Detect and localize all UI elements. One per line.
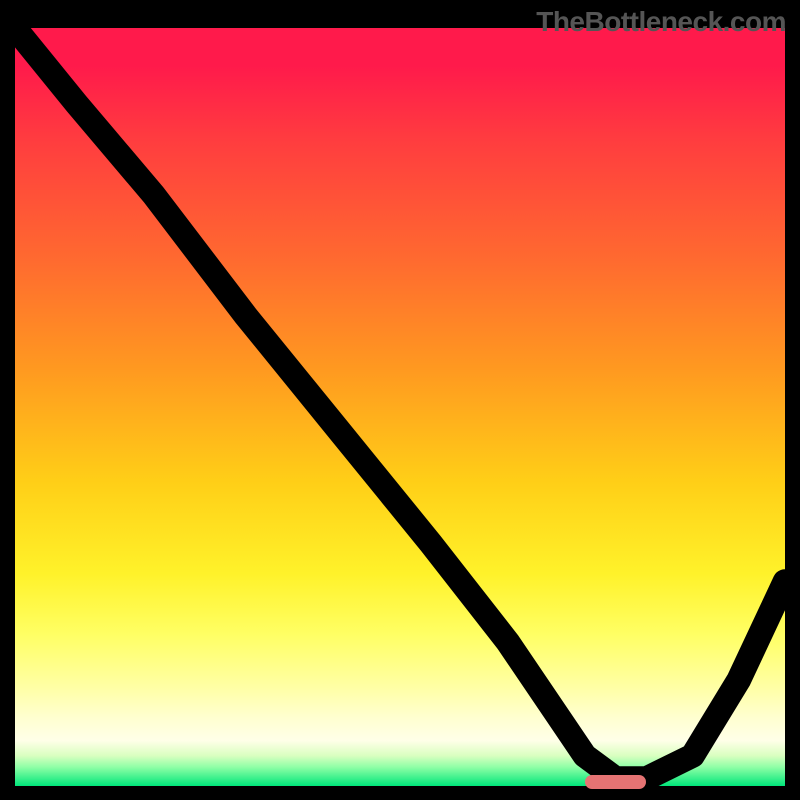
watermark-text: TheBottleneck.com: [536, 6, 786, 38]
plot-area: [15, 28, 785, 786]
curve-svg: [15, 28, 785, 786]
optimal-range-marker: [585, 775, 647, 789]
chart-stage: TheBottleneck.com: [0, 0, 800, 800]
bottleneck-curve: [15, 28, 785, 778]
